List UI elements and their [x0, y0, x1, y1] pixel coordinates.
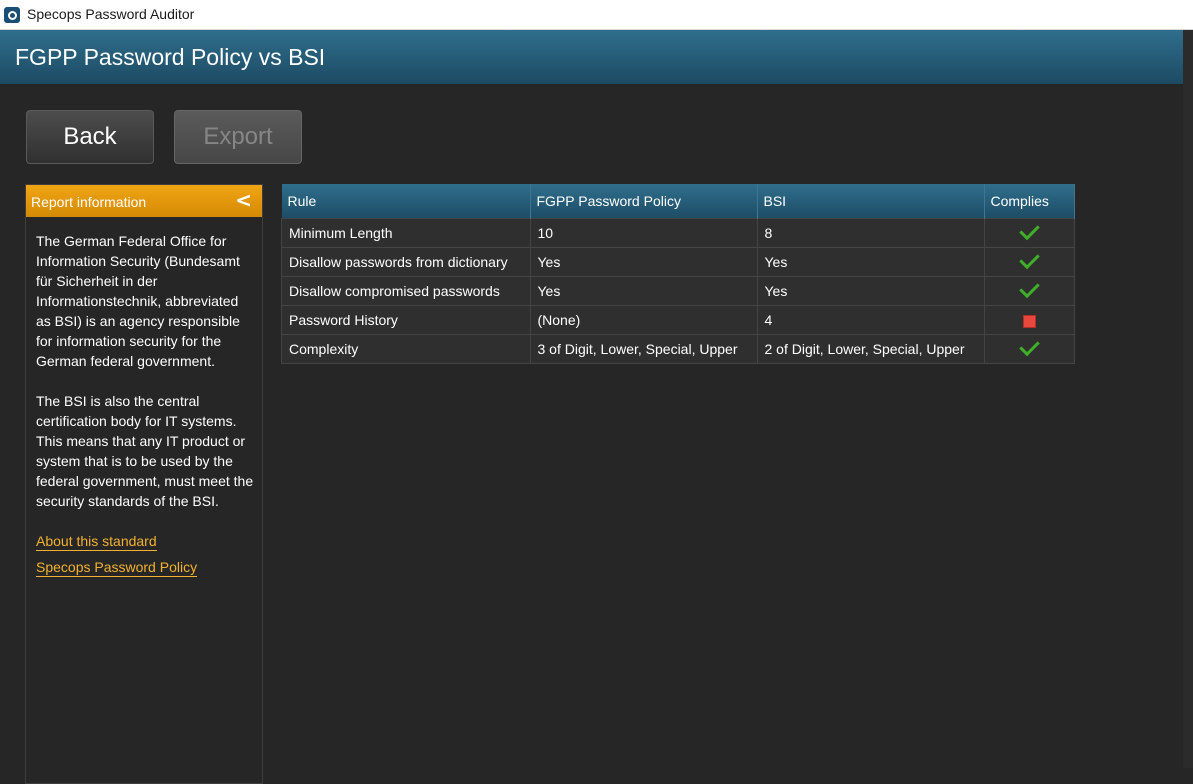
complies-cell	[983, 247, 1075, 277]
complies-cell	[983, 305, 1075, 335]
page-title: FGPP Password Policy vs BSI	[15, 44, 326, 70]
table-row[interactable]: Complexity 3 of Digit, Lower, Special, U…	[281, 334, 1075, 364]
table-row[interactable]: Disallow compromised passwords Yes Yes	[281, 276, 1075, 306]
panel-paragraph: The BSI is also the central certificatio…	[36, 393, 254, 509]
complies-cell	[983, 218, 1075, 248]
window-titlebar: Specops Password Auditor	[0, 0, 1193, 30]
fail-icon	[1022, 314, 1036, 328]
page-header: FGPP Password Policy vs BSI	[0, 30, 1193, 84]
table-row[interactable]: Minimum Length 10 8	[281, 218, 1075, 248]
table-header-row: Rule FGPP Password Policy BSI Complies	[281, 184, 1075, 219]
table-row[interactable]: Password History (None) 4	[281, 305, 1075, 335]
check-icon	[1018, 277, 1040, 298]
policy-cell: 3 of Digit, Lower, Special, Upper	[529, 334, 758, 364]
bsi-cell: Yes	[756, 276, 985, 306]
complies-cell	[983, 334, 1075, 364]
rule-cell: Complexity	[281, 334, 531, 364]
policy-cell: Yes	[529, 247, 758, 277]
rule-cell: Disallow compromised passwords	[281, 276, 531, 306]
column-header-complies[interactable]: Complies	[984, 184, 1075, 219]
panel-paragraph: The German Federal Office for Informatio…	[36, 233, 240, 369]
bsi-cell: 8	[756, 218, 985, 248]
policy-cell: (None)	[529, 305, 758, 335]
panel-header[interactable]: Report information <	[26, 185, 262, 217]
specops-policy-link[interactable]: Specops Password Policy	[36, 558, 198, 577]
check-icon	[1018, 335, 1040, 356]
report-information-panel: Report information < The German Federal …	[25, 184, 263, 784]
scrollbar[interactable]	[1183, 30, 1193, 768]
policy-cell: Yes	[529, 276, 758, 306]
column-header-bsi[interactable]: BSI	[757, 184, 985, 219]
rule-cell: Minimum Length	[281, 218, 531, 248]
export-button[interactable]: Export	[174, 110, 302, 164]
bsi-cell: Yes	[756, 247, 985, 277]
column-header-rule[interactable]: Rule	[281, 184, 531, 219]
rule-cell: Disallow passwords from dictionary	[281, 247, 531, 277]
complies-cell	[983, 276, 1075, 306]
collapse-icon[interactable]: <	[235, 188, 252, 212]
app-logo-icon	[4, 7, 20, 23]
about-standard-link[interactable]: About this standard	[36, 532, 157, 551]
bsi-cell: 2 of Digit, Lower, Special, Upper	[756, 334, 985, 364]
panel-body: The German Federal Office for Informatio…	[36, 231, 256, 583]
back-button[interactable]: Back	[26, 110, 154, 164]
policy-cell: 10	[529, 218, 758, 248]
panel-title: Report information	[31, 194, 147, 210]
check-icon	[1018, 248, 1040, 269]
rule-cell: Password History	[281, 305, 531, 335]
bsi-cell: 4	[756, 305, 985, 335]
table-row[interactable]: Disallow passwords from dictionary Yes Y…	[281, 247, 1075, 277]
column-header-policy[interactable]: FGPP Password Policy	[530, 184, 758, 219]
window-title: Specops Password Auditor	[27, 6, 195, 22]
comparison-table: Rule FGPP Password Policy BSI Complies M…	[281, 184, 1075, 364]
check-icon	[1018, 219, 1040, 240]
